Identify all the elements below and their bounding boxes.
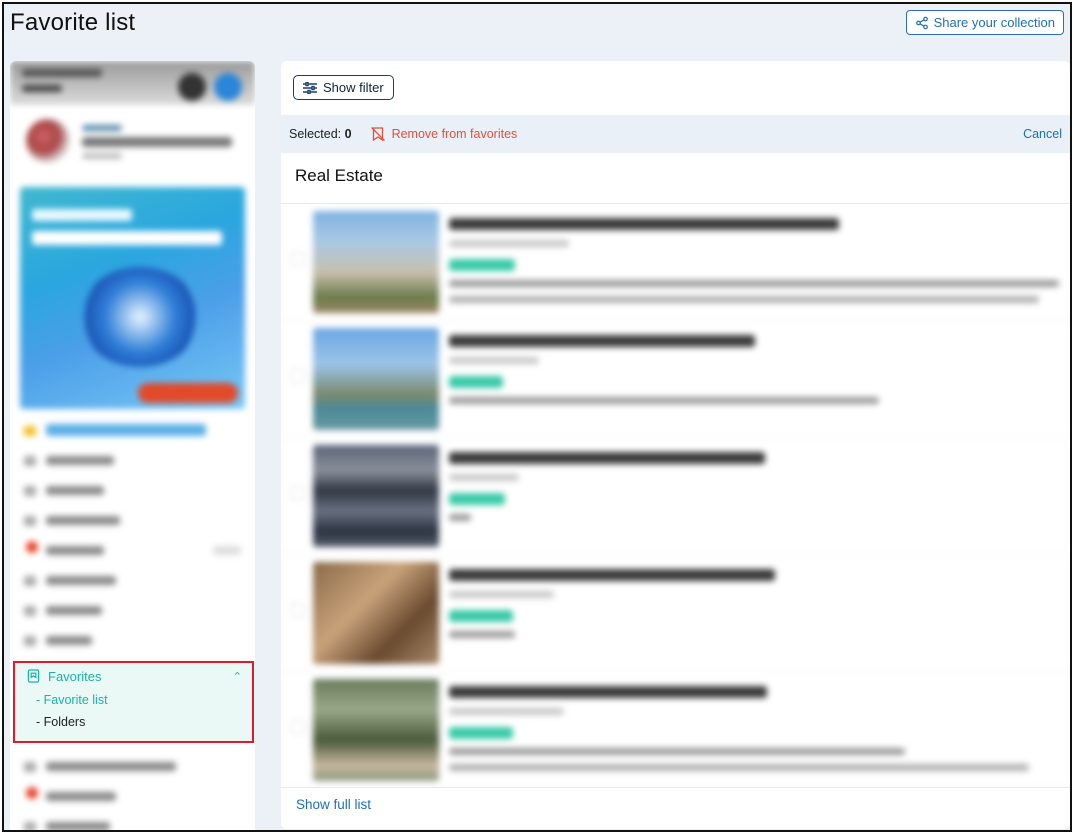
user-profile-card[interactable] bbox=[10, 105, 255, 175]
sidebar-item-favorite-list[interactable]: - Favorite list bbox=[36, 693, 108, 707]
page-title: Favorite list bbox=[10, 9, 136, 36]
item-checkbox[interactable] bbox=[291, 252, 305, 266]
item-checkbox[interactable] bbox=[291, 603, 305, 617]
remove-from-favorites-button[interactable]: Remove from favorites bbox=[370, 126, 518, 142]
selected-count-value: 0 bbox=[344, 127, 352, 141]
item-checkbox[interactable] bbox=[291, 369, 305, 383]
list-item[interactable] bbox=[281, 321, 1070, 438]
app-window: Favorite list Share your collection Favo… bbox=[2, 2, 1072, 832]
list-item[interactable] bbox=[281, 438, 1070, 555]
share-button-label: Share your collection bbox=[933, 15, 1055, 30]
sidebar-item[interactable] bbox=[10, 625, 255, 655]
favorites-nav-group: Favorites ⌃ - Favorite list - Folders bbox=[13, 661, 254, 743]
sidebar-item[interactable] bbox=[10, 475, 255, 505]
share-icon bbox=[915, 16, 928, 29]
sidebar-item[interactable] bbox=[10, 595, 255, 625]
chevron-up-icon: ⌃ bbox=[232, 670, 242, 683]
section-title: Real Estate bbox=[295, 166, 383, 185]
sidebar-blurred-content bbox=[10, 61, 255, 830]
sidebar-nav bbox=[10, 409, 255, 655]
sidebar-item[interactable] bbox=[10, 445, 255, 475]
sidebar-item-folders[interactable]: - Folders bbox=[36, 715, 85, 729]
listing-thumbnail[interactable] bbox=[313, 445, 439, 547]
sidebar-item[interactable] bbox=[10, 781, 255, 811]
bookmark-icon bbox=[27, 669, 40, 683]
sidebar-item[interactable] bbox=[10, 415, 255, 445]
sidebar-item-favorites[interactable]: Favorites ⌃ bbox=[27, 667, 242, 685]
listing-thumbnail[interactable] bbox=[313, 679, 439, 781]
sidebar-header bbox=[10, 61, 255, 105]
listing-thumbnail[interactable] bbox=[313, 562, 439, 664]
sidebar-item[interactable] bbox=[10, 565, 255, 595]
list-item[interactable] bbox=[281, 672, 1070, 787]
item-checkbox[interactable] bbox=[291, 486, 305, 500]
selected-count: Selected: 0 bbox=[289, 127, 352, 141]
remove-label: Remove from favorites bbox=[391, 127, 518, 141]
main-panel: Show filter Selected: 0 Remove from favo… bbox=[281, 61, 1070, 829]
show-filter-button[interactable]: Show filter bbox=[293, 75, 394, 100]
list-divider bbox=[281, 787, 1070, 788]
show-full-list-link[interactable]: Show full list bbox=[296, 797, 371, 812]
bookmark-off-icon bbox=[370, 127, 385, 142]
sidebar-item[interactable] bbox=[10, 751, 255, 781]
sidebar: Favorites ⌃ - Favorite list - Folders bbox=[10, 61, 255, 830]
list-item[interactable] bbox=[281, 204, 1070, 321]
cancel-button[interactable]: Cancel bbox=[1023, 127, 1062, 141]
selected-label: Selected: bbox=[289, 127, 342, 141]
item-checkbox[interactable] bbox=[291, 720, 305, 734]
show-filter-label: Show filter bbox=[323, 80, 384, 95]
list-item[interactable] bbox=[281, 555, 1070, 672]
promo-banner[interactable] bbox=[20, 187, 245, 409]
listing-thumbnail[interactable] bbox=[313, 211, 439, 313]
selection-toolbar: Selected: 0 Remove from favorites Cancel bbox=[281, 115, 1070, 153]
listing-thumbnail[interactable] bbox=[313, 328, 439, 430]
sidebar-nav-lower bbox=[10, 751, 255, 830]
sliders-icon bbox=[303, 81, 317, 94]
sidebar-item[interactable] bbox=[10, 505, 255, 535]
sidebar-item[interactable] bbox=[10, 811, 255, 830]
notification-icon[interactable] bbox=[214, 73, 242, 101]
user-avatar bbox=[26, 119, 70, 163]
sidebar-item[interactable] bbox=[10, 535, 255, 565]
avatar[interactable] bbox=[178, 73, 206, 101]
favorites-label: Favorites bbox=[48, 668, 102, 684]
share-collection-button[interactable]: Share your collection bbox=[905, 10, 1064, 35]
favorites-list bbox=[281, 203, 1070, 787]
